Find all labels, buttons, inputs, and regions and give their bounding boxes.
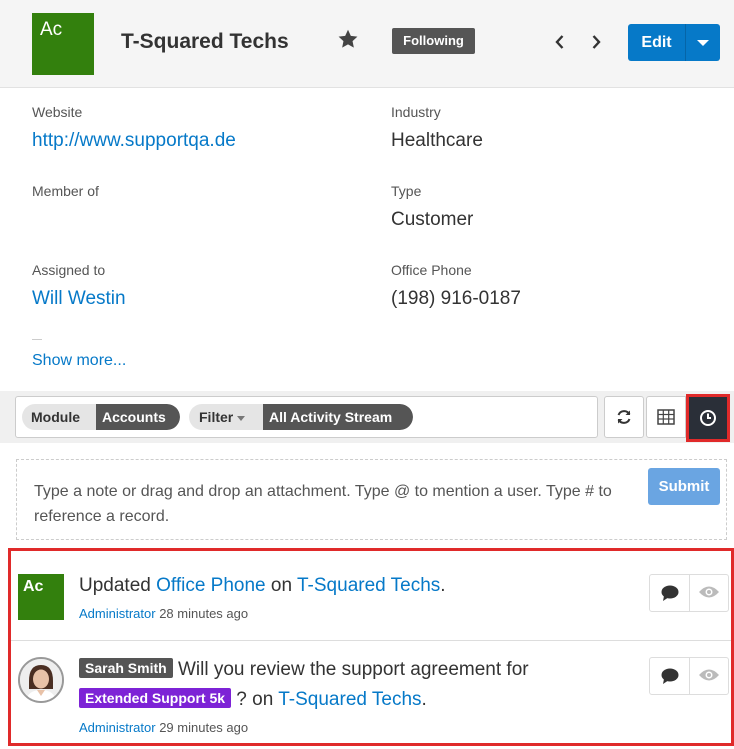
edit-button-group: Edit xyxy=(628,24,720,61)
submit-button[interactable]: Submit xyxy=(648,468,720,505)
website-label: Website xyxy=(32,104,83,120)
office-phone-value: (198) 916-0187 xyxy=(391,288,521,309)
module-pill[interactable]: Module Accounts xyxy=(22,404,180,430)
user-photo xyxy=(20,659,62,701)
activity-text: Updated Office Phone on T-Squared Techs. xyxy=(79,575,446,596)
table-icon xyxy=(657,409,675,425)
referenced-record-tag[interactable]: Extended Support 5k xyxy=(79,688,232,708)
activity-stream-button[interactable] xyxy=(686,394,730,442)
composer-placeholder[interactable]: Type a note or drag and drop an attachme… xyxy=(34,479,639,529)
activity-text-continued: Extended Support 5k ? on T-Squared Techs… xyxy=(79,688,427,711)
assigned-to-label: Assigned to xyxy=(32,262,106,278)
activity-account-avatar[interactable]: Ac xyxy=(18,574,64,620)
show-more-link[interactable]: Show more... xyxy=(32,352,126,370)
industry-label: Industry xyxy=(391,104,441,120)
following-button[interactable]: Following xyxy=(392,28,475,54)
record-header: Ac T-Squared Techs Following Edit xyxy=(0,0,734,88)
clock-icon xyxy=(700,410,716,426)
record-title: T-Squared Techs xyxy=(121,30,289,53)
edit-button[interactable]: Edit xyxy=(628,24,685,61)
actions-divider xyxy=(689,575,690,611)
website-link[interactable]: http://www.supportqa.de xyxy=(32,130,236,152)
mentioned-user-tag[interactable]: Sarah Smith xyxy=(79,658,173,678)
eye-icon[interactable] xyxy=(698,667,720,683)
filter-pill[interactable]: Filter All Activity Stream xyxy=(189,404,413,430)
filter-caret-icon xyxy=(237,415,246,421)
comment-icon[interactable] xyxy=(660,667,680,685)
author-link[interactable]: Administrator xyxy=(79,720,156,735)
filter-key: Filter xyxy=(199,404,246,430)
activity-text: Sarah Smith Will you review the support … xyxy=(79,658,529,681)
actions-divider xyxy=(689,658,690,694)
record-link[interactable]: T-Squared Techs xyxy=(278,689,421,710)
activity-time: 28 minutes ago xyxy=(159,606,249,621)
industry-value: Healthcare xyxy=(391,130,483,151)
module-key: Module xyxy=(31,409,80,425)
caret-down-icon[interactable] xyxy=(686,24,720,61)
type-value: Customer xyxy=(391,209,474,230)
record-link[interactable]: T-Squared Techs xyxy=(297,575,440,596)
refresh-button[interactable] xyxy=(604,396,644,438)
fields-divider xyxy=(32,339,42,340)
activity-actions xyxy=(649,657,729,695)
author-link[interactable]: Administrator xyxy=(79,606,156,621)
comment-icon[interactable] xyxy=(660,584,680,602)
activity-meta: Administrator 29 minutes ago xyxy=(79,720,248,735)
eye-icon[interactable] xyxy=(698,584,720,600)
activity-meta: Administrator 28 minutes ago xyxy=(79,606,248,621)
type-label: Type xyxy=(391,183,422,199)
chevron-right-icon[interactable] xyxy=(589,33,603,51)
refresh-icon xyxy=(617,410,631,424)
user-avatar[interactable] xyxy=(18,657,64,703)
chevron-left-icon[interactable] xyxy=(553,33,567,51)
activity-divider xyxy=(11,640,731,641)
office-phone-label: Office Phone xyxy=(391,262,472,278)
member-of-label: Member of xyxy=(32,183,99,199)
activity-time: 29 minutes ago xyxy=(159,720,249,735)
assigned-to-link[interactable]: Will Westin xyxy=(32,288,126,310)
account-avatar: Ac xyxy=(32,13,94,75)
star-icon[interactable] xyxy=(335,26,361,52)
filter-value: All Activity Stream xyxy=(263,404,413,430)
office-phone-field-link[interactable]: Office Phone xyxy=(156,575,266,596)
activity-actions xyxy=(649,574,729,612)
module-value: Accounts xyxy=(96,404,180,430)
table-view-button[interactable] xyxy=(646,396,686,438)
